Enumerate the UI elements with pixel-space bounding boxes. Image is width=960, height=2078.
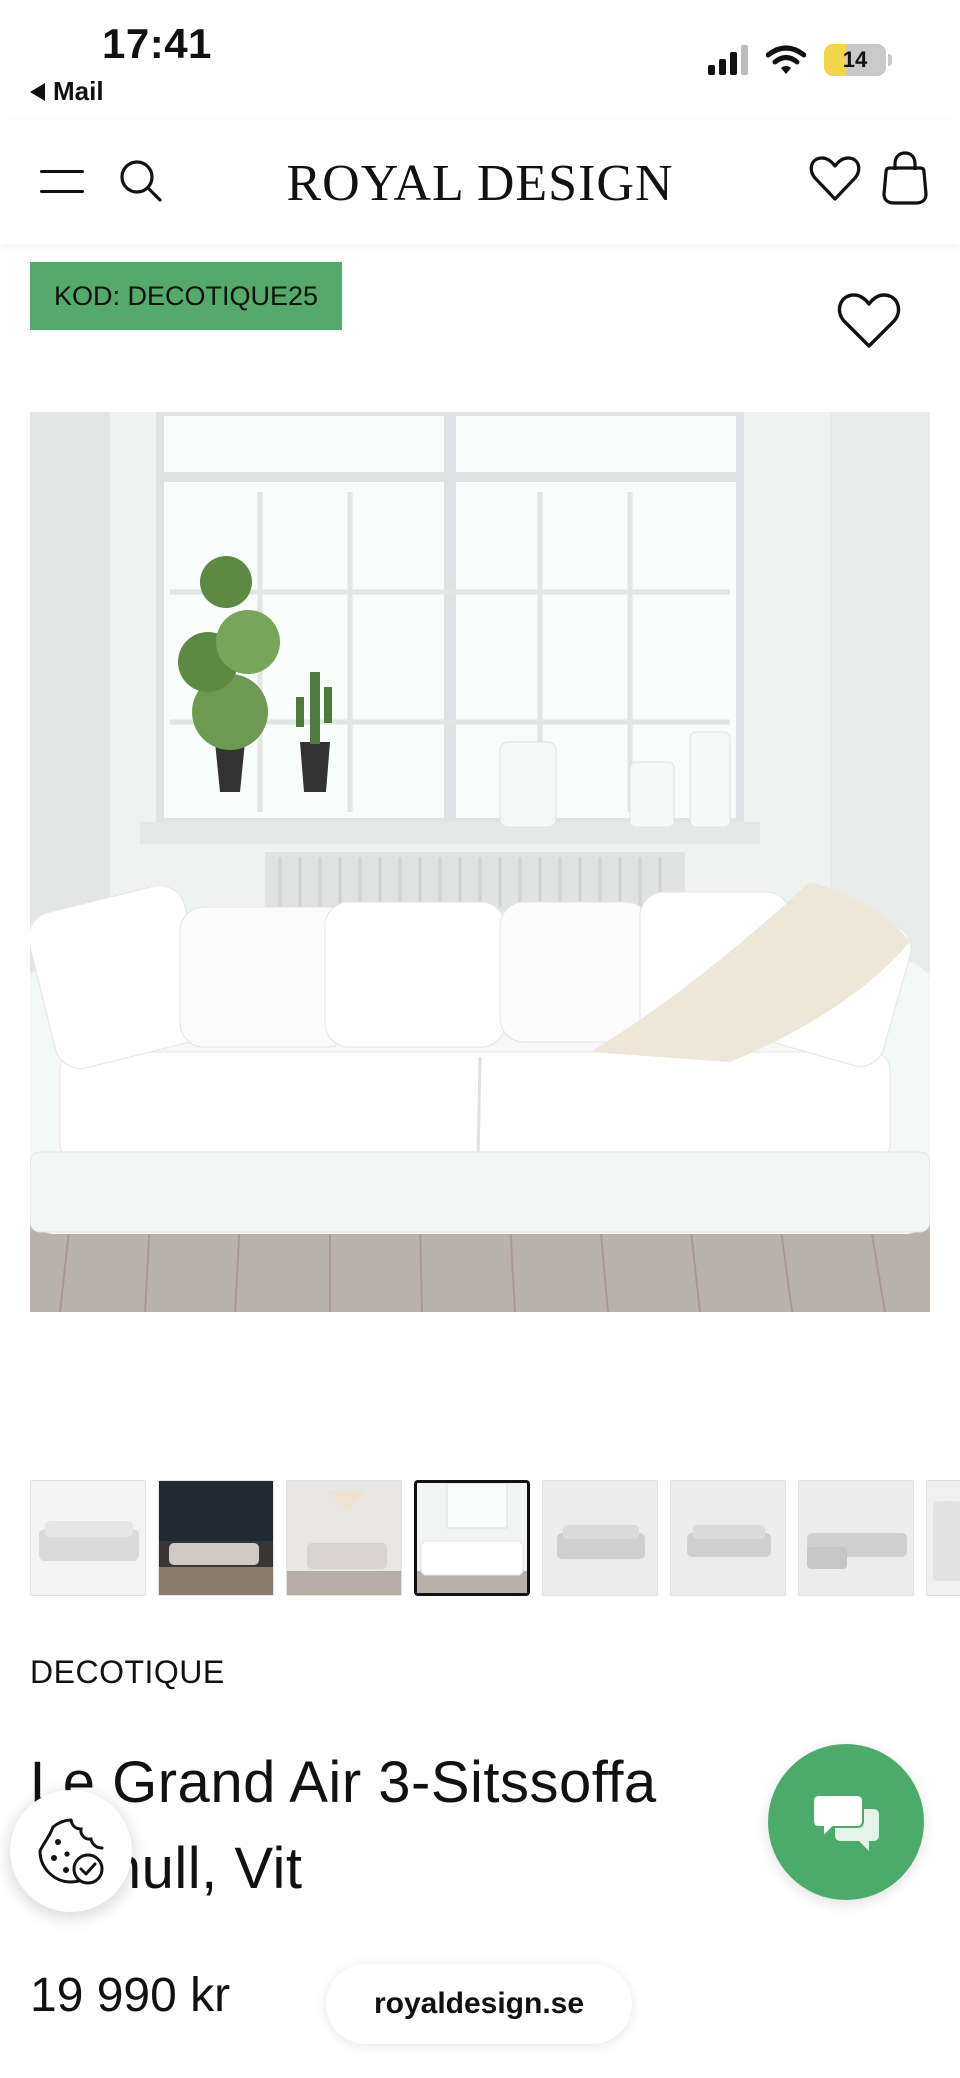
thumbnail-strip <box>30 1480 960 1598</box>
status-indicators: 14 <box>708 44 892 76</box>
thumbnail-6[interactable] <box>670 1480 786 1596</box>
sofa-room-illustration <box>30 412 930 1312</box>
status-bar: 17:41 Mail 14 <box>0 0 960 120</box>
brand-name[interactable]: DECOTIQUE <box>30 1654 225 1691</box>
thumbnail-1[interactable] <box>30 1480 146 1596</box>
thumbnail-3[interactable] <box>286 1480 402 1596</box>
chat-button[interactable] <box>768 1744 924 1900</box>
wifi-icon <box>766 45 806 74</box>
chat-bubbles-icon <box>812 1794 879 1851</box>
cookie-settings-button[interactable] <box>10 1790 132 1912</box>
cellular-signal-icon <box>708 45 748 75</box>
thumbnail-4-selected[interactable] <box>414 1480 530 1596</box>
battery-level: 14 <box>842 47 868 72</box>
thumbnail-7[interactable] <box>798 1480 914 1596</box>
back-label: Mail <box>53 76 104 106</box>
battery-icon: 14 <box>824 44 892 76</box>
product-main-image[interactable] <box>30 412 930 1312</box>
favorite-heart-icon[interactable] <box>836 290 902 352</box>
status-time: 17:41 <box>102 20 212 67</box>
cookie-settings-icon <box>38 1818 104 1885</box>
thumbnail-8[interactable] <box>926 1480 960 1596</box>
product-price: 19 990 kr <box>30 1969 231 2022</box>
back-arrow-icon <box>30 82 45 101</box>
wishlist-heart-icon[interactable] <box>808 152 862 206</box>
product-title: Le Grand Air 3-Sitssoffa Linnull, Vit <box>30 1750 657 1901</box>
promo-code-badge: KOD: DECOTIQUE25 <box>30 262 342 330</box>
shopping-bag-icon[interactable] <box>880 150 930 206</box>
thumbnail-5[interactable] <box>542 1480 658 1596</box>
thumbnail-2[interactable] <box>158 1480 274 1596</box>
back-to-mail-button[interactable]: Mail <box>30 76 104 107</box>
site-header: ROYAL DESIGN <box>0 120 960 244</box>
browser-url-pill[interactable]: royaldesign.se <box>326 1964 632 2044</box>
